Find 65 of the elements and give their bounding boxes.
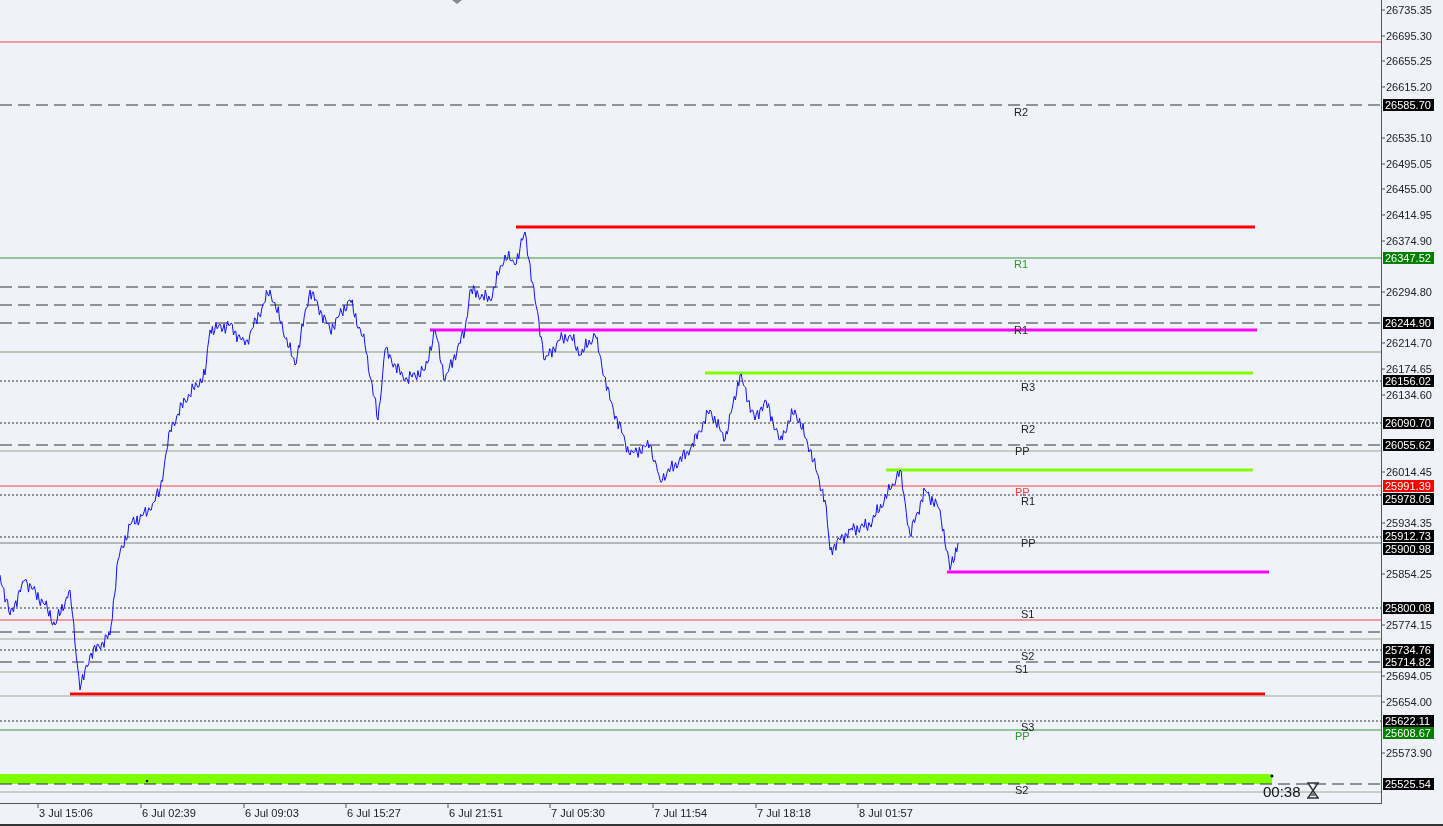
level-label: PP — [1015, 730, 1030, 742]
price-tag: 25525.54 — [1383, 778, 1434, 790]
level-label: S1 — [1021, 608, 1035, 620]
axis-price: 26655.25 — [1386, 55, 1432, 67]
axis-price: 26735.35 — [1386, 4, 1432, 16]
marker-dot — [145, 779, 149, 783]
level-label: R3 — [1021, 381, 1036, 393]
level-label: PP — [1015, 486, 1030, 498]
axis-price: 25694.05 — [1386, 670, 1432, 682]
level-label: R2 — [1021, 423, 1036, 435]
price-tag: 25608.67 — [1383, 727, 1434, 739]
level-label: S2 — [1021, 650, 1035, 662]
axis-time: 3 Jul 15:06 — [39, 807, 93, 819]
level-label: R1 — [1014, 258, 1029, 270]
axis-time: 7 Jul 11:54 — [654, 807, 707, 819]
axis-time: 6 Jul 09:03 — [245, 807, 299, 819]
price-tag: 25622.11 — [1383, 715, 1434, 727]
axis-price: 26535.10 — [1386, 132, 1432, 144]
price-tag: 25734.76 — [1383, 644, 1434, 656]
price-tag: 25714.82 — [1383, 656, 1434, 668]
hourglass-icon — [1306, 782, 1320, 799]
marker-dot — [1270, 774, 1274, 778]
axis-price: 25573.90 — [1386, 747, 1432, 759]
axis-price: 25774.15 — [1386, 619, 1432, 631]
axis-time: 6 Jul 02:39 — [142, 807, 196, 819]
axis-time: 7 Jul 05:30 — [551, 807, 605, 819]
price-tag: 26347.52 — [1383, 252, 1434, 264]
level-label: R1 — [1014, 324, 1029, 336]
countdown-timer: 00:38 — [1263, 783, 1301, 800]
price-tag: 26244.90 — [1383, 317, 1434, 329]
price-tag: 25991.39 — [1383, 480, 1434, 492]
level-label: PP — [1015, 445, 1030, 457]
axis-time: 8 Jul 01:57 — [859, 807, 913, 819]
axis-time: 6 Jul 15:27 — [347, 807, 401, 819]
axis-price: 26615.20 — [1386, 81, 1432, 93]
price-tag: 26055.62 — [1383, 439, 1434, 451]
axis-price: 26455.00 — [1386, 183, 1432, 195]
price-tag: 26156.02 — [1383, 375, 1434, 387]
price-tag: 26585.70 — [1383, 99, 1434, 111]
level-label: S1 — [1015, 663, 1029, 675]
axis-price: 26495.05 — [1386, 158, 1432, 170]
axis-price: 26134.60 — [1386, 389, 1432, 401]
level-label: S3 — [1021, 721, 1035, 733]
price-tag: 25912.73 — [1383, 530, 1434, 542]
axis-price: 25654.00 — [1386, 696, 1432, 708]
axis-price: 25854.25 — [1386, 568, 1432, 580]
price-tag: 26090.70 — [1383, 417, 1434, 429]
axis-price: 26214.70 — [1386, 337, 1432, 349]
axis-price: 25934.35 — [1386, 517, 1432, 529]
price-tag: 25900.98 — [1383, 543, 1434, 555]
axis-price: 26695.30 — [1386, 30, 1432, 42]
diamond-icon — [452, 0, 462, 4]
axis-price: 26414.95 — [1386, 209, 1432, 221]
axis-price: 26374.90 — [1386, 235, 1432, 247]
axis-price: 26294.80 — [1386, 286, 1432, 298]
level-label: S2 — [1015, 784, 1029, 796]
level-label: R2 — [1014, 106, 1029, 118]
price-tag: 25978.05 — [1383, 493, 1434, 505]
axis-time: 7 Jul 18:18 — [757, 807, 811, 819]
axis-price: 26174.65 — [1386, 363, 1432, 375]
level-label: R1 — [1021, 495, 1036, 507]
level-label: PP — [1021, 537, 1036, 549]
price-tag: 25800.08 — [1383, 602, 1434, 614]
axis-price: 26014.45 — [1386, 466, 1432, 478]
axis-time: 6 Jul 21:51 — [449, 807, 503, 819]
